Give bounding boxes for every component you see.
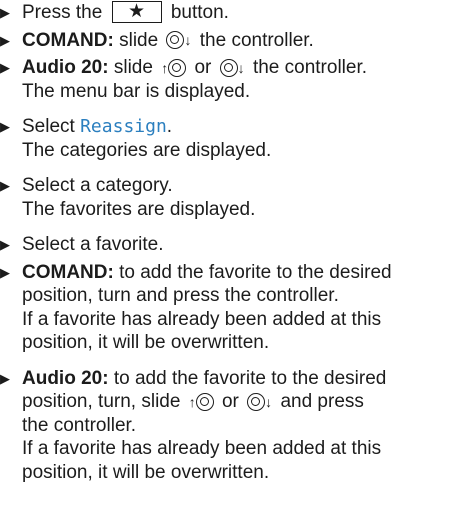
- triangle-bullet-icon: ▶: [0, 264, 10, 280]
- step-text: the controller.: [199, 29, 314, 51]
- step-text: slide: [119, 29, 159, 51]
- step-result: The favorites are displayed.: [22, 198, 256, 220]
- step-result: If a favorite has already been added at …: [22, 308, 382, 330]
- menu-item-reassign: Reassign: [80, 116, 167, 137]
- step-result: The categories are displayed.: [22, 139, 272, 161]
- step-text: slide: [113, 57, 153, 78]
- triangle-bullet-icon: ▶: [0, 119, 10, 134]
- controller-slide-down-icon: ↓: [247, 392, 272, 411]
- step-comand-slide: ▶ COMAND: slide ↓ the controller.: [0, 29, 455, 53]
- step-text: button.: [170, 2, 229, 23]
- controller-slide-down-icon: ↓: [219, 58, 245, 77]
- step-text: Select a category.: [22, 175, 173, 196]
- step-select-reassign: ▶ Select Reassign. The categories are di…: [0, 115, 455, 162]
- triangle-bullet-icon: ▶: [0, 5, 10, 20]
- step-text: or: [194, 57, 212, 78]
- step-select-favorite: ▶ Select a favorite.: [0, 233, 455, 257]
- step-text: the controller.: [252, 57, 368, 78]
- step-comand-add-favorite: ▶ COMAND: to add the favorite to the des…: [0, 261, 455, 355]
- triangle-bullet-icon: ▶: [0, 178, 10, 193]
- controller-slide-up-icon: ↑: [189, 392, 214, 411]
- instruction-page: ▶ Press the ★ button. ▶ COMAND: slide ↓ …: [0, 0, 455, 484]
- step-press-star: ▶ Press the ★ button.: [0, 0, 455, 25]
- star-button-key: ★: [111, 0, 162, 23]
- step-text: to add the favorite to the desired: [113, 367, 387, 389]
- step-audio20-add-favorite: ▶ Audio 20: to add the favorite to the d…: [0, 367, 455, 485]
- system-label: Audio 20:: [22, 367, 109, 389]
- step-text: .: [166, 116, 173, 137]
- triangle-bullet-icon: ▶: [0, 60, 10, 75]
- triangle-bullet-icon: ▶: [0, 237, 10, 252]
- triangle-bullet-icon: ▶: [0, 370, 10, 386]
- step-text: and press: [280, 391, 364, 412]
- step-audio20-slide: ▶ Audio 20: slide ↑ or ↓ the controller.…: [0, 56, 455, 103]
- step-result: The menu bar is displayed.: [22, 80, 251, 102]
- step-text: Press the: [22, 2, 103, 23]
- controller-slide-down-icon: ↓: [166, 31, 191, 50]
- step-result: position, it will be overwritten.: [22, 461, 270, 483]
- step-text: position, turn, slide: [22, 391, 181, 412]
- step-text: Select a favorite.: [22, 234, 164, 255]
- step-result: position, it will be overwritten.: [22, 332, 270, 353]
- system-label: COMAND:: [22, 261, 114, 283]
- system-label: COMAND:: [22, 29, 114, 51]
- step-select-category: ▶ Select a category. The favorites are d…: [0, 174, 455, 221]
- step-text: to add the favorite to the desired: [119, 261, 392, 283]
- step-text: the controller.: [22, 414, 137, 436]
- system-label: Audio 20:: [22, 57, 109, 78]
- step-result: If a favorite has already been added at …: [22, 438, 382, 459]
- step-text: position, turn and press the controller.: [22, 285, 339, 306]
- triangle-bullet-icon: ▶: [0, 32, 10, 48]
- controller-slide-up-icon: ↑: [161, 58, 187, 77]
- step-text: Select: [22, 116, 75, 137]
- step-text: or: [221, 391, 239, 412]
